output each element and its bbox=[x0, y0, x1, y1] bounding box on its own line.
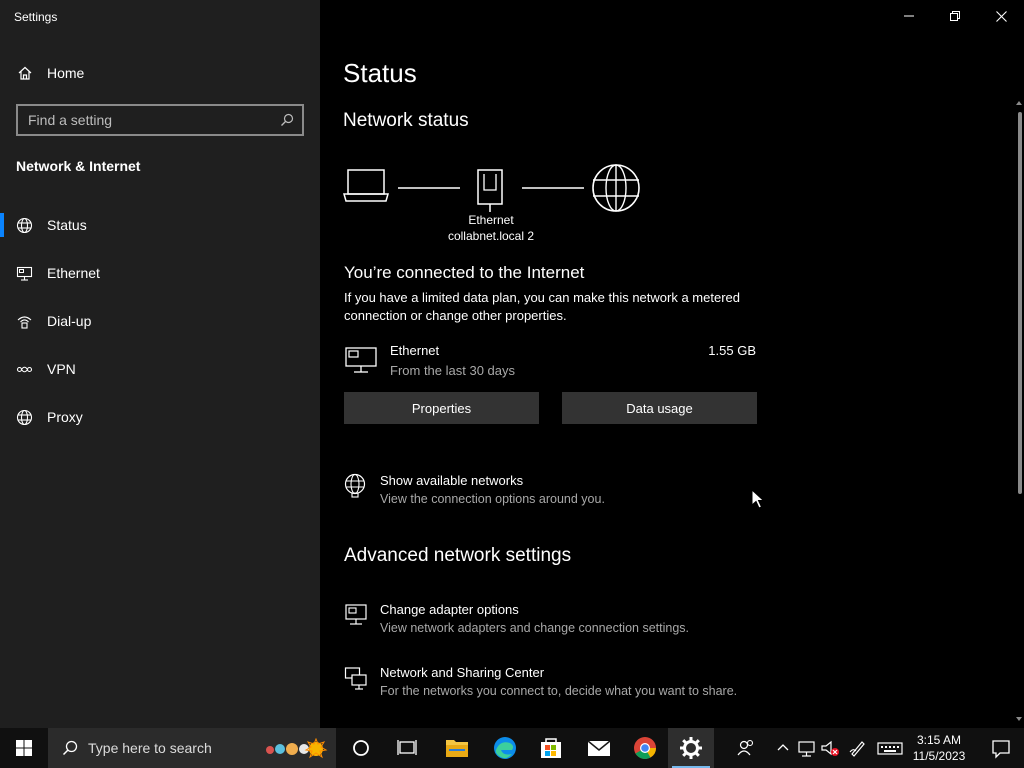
sidebar-item-label: Dial-up bbox=[47, 313, 92, 329]
search-icon bbox=[62, 740, 78, 756]
dialup-icon bbox=[17, 316, 32, 329]
sidebar-item-proxy[interactable]: Proxy bbox=[0, 397, 320, 437]
taskbar: Type here to search 3:15 AM 11/5/2023 bbox=[0, 728, 1024, 768]
sidebar: Settings Home Network & Internet Status bbox=[0, 0, 320, 728]
windows-logo-icon bbox=[16, 740, 32, 756]
sidebar-item-label: Ethernet bbox=[47, 265, 100, 281]
notification-icon bbox=[992, 740, 1010, 759]
ethernet-icon bbox=[345, 347, 377, 373]
pen-workspace-icon[interactable] bbox=[848, 738, 868, 758]
link-description: View the connection options around you. bbox=[380, 492, 605, 506]
link-title[interactable]: Change adapter options bbox=[380, 602, 519, 617]
sidebar-item-vpn[interactable]: VPN bbox=[0, 349, 320, 389]
link-description: View network adapters and change connect… bbox=[380, 621, 689, 635]
store-icon bbox=[541, 738, 561, 758]
properties-button[interactable]: Properties bbox=[344, 392, 539, 424]
vpn-icon bbox=[16, 366, 33, 373]
search-highlight-icon bbox=[266, 738, 328, 759]
task-view-button[interactable] bbox=[384, 728, 430, 768]
link-description: For the networks you connect to, decide … bbox=[380, 684, 738, 698]
sidebar-item-label: Status bbox=[47, 217, 87, 233]
minimize-button[interactable] bbox=[886, 0, 932, 32]
network-sharing-center-link[interactable]: Network and Sharing Center For the netwo… bbox=[344, 665, 824, 705]
clock-date: 11/5/2023 bbox=[912, 749, 966, 763]
link-title[interactable]: Network and Sharing Center bbox=[380, 665, 544, 680]
file-explorer-button[interactable] bbox=[434, 728, 480, 768]
section-title: Network & Internet bbox=[16, 158, 141, 174]
close-icon bbox=[995, 10, 1007, 22]
change-adapter-options-link[interactable]: Change adapter options View network adap… bbox=[344, 602, 824, 642]
page-title: Status bbox=[343, 58, 417, 88]
restore-button[interactable] bbox=[932, 0, 978, 32]
sidebar-item-status[interactable]: Status bbox=[0, 205, 320, 245]
ethernet-name: Ethernet bbox=[390, 343, 440, 358]
network-diagram: Ethernet collabnet.local 2 bbox=[342, 160, 662, 250]
home-icon bbox=[18, 66, 32, 80]
chrome-button[interactable] bbox=[622, 728, 668, 768]
store-button[interactable] bbox=[528, 728, 574, 768]
settings-taskbar-button[interactable] bbox=[668, 728, 714, 768]
taskbar-search-placeholder: Type here to search bbox=[88, 740, 212, 756]
main-content: Status Network status Ethernet collabnet… bbox=[320, 0, 1024, 728]
nav-home-label: Home bbox=[47, 65, 85, 81]
task-view-icon bbox=[397, 740, 417, 755]
nav-home[interactable]: Home bbox=[0, 56, 320, 90]
advanced-settings-heading: Advanced network settings bbox=[344, 545, 572, 566]
network-diagram-graphic bbox=[343, 164, 640, 212]
start-button[interactable] bbox=[0, 728, 48, 768]
ethernet-usage: 1.55 GB bbox=[708, 343, 756, 358]
cortana-button[interactable] bbox=[338, 728, 384, 768]
edge-icon bbox=[494, 737, 516, 759]
mail-button[interactable] bbox=[576, 728, 622, 768]
edge-button[interactable] bbox=[482, 728, 528, 768]
sidebar-item-ethernet[interactable]: Ethernet bbox=[0, 253, 320, 293]
people-icon[interactable] bbox=[736, 738, 756, 758]
chevron-up-icon[interactable] bbox=[773, 738, 793, 758]
system-clock[interactable]: 3:15 AM 11/5/2023 bbox=[904, 732, 974, 764]
laptop-icon bbox=[343, 169, 389, 202]
app-title: Settings bbox=[14, 10, 58, 24]
search-icon[interactable] bbox=[280, 113, 294, 127]
ethernet-period: From the last 30 days bbox=[390, 363, 515, 378]
gear-icon bbox=[680, 737, 702, 759]
sidebar-item-label: VPN bbox=[47, 361, 76, 377]
adapter-icon bbox=[345, 604, 367, 625]
mouse-cursor-icon bbox=[751, 489, 765, 509]
globe-icon bbox=[16, 409, 33, 426]
chrome-icon bbox=[634, 737, 656, 759]
data-usage-button[interactable]: Data usage bbox=[562, 392, 757, 424]
sharing-center-icon bbox=[344, 667, 367, 690]
sidebar-item-label: Proxy bbox=[47, 409, 83, 425]
settings-search[interactable] bbox=[16, 104, 304, 136]
file-explorer-icon bbox=[446, 740, 468, 757]
close-button[interactable] bbox=[978, 0, 1024, 32]
link-title[interactable]: Show available networks bbox=[380, 473, 523, 488]
adapter-name: Ethernet bbox=[468, 213, 514, 227]
scroll-up-arrow[interactable] bbox=[1014, 98, 1024, 108]
network-status-title: Network status bbox=[343, 110, 469, 131]
cortana-icon bbox=[353, 740, 369, 756]
connected-description: If you have a limited data plan, you can… bbox=[344, 290, 740, 323]
globe-network-icon bbox=[344, 473, 366, 498]
action-center-button[interactable] bbox=[978, 728, 1024, 768]
taskbar-search[interactable]: Type here to search bbox=[48, 728, 336, 768]
ethernet-port-icon bbox=[477, 169, 503, 212]
connected-heading: You’re connected to the Internet bbox=[344, 263, 585, 282]
keyboard-icon[interactable] bbox=[876, 738, 904, 758]
sidebar-item-dialup[interactable]: Dial-up bbox=[0, 301, 320, 341]
network-name: collabnet.local 2 bbox=[447, 229, 535, 243]
globe-icon bbox=[16, 217, 33, 234]
minimize-icon bbox=[904, 15, 914, 17]
volume-muted-icon[interactable] bbox=[820, 738, 840, 758]
ethernet-icon bbox=[16, 266, 33, 281]
clock-time: 3:15 AM bbox=[916, 733, 962, 747]
restore-icon bbox=[950, 11, 960, 21]
scrollbar-thumb[interactable] bbox=[1018, 112, 1022, 494]
mail-icon bbox=[587, 740, 611, 756]
scroll-down-arrow[interactable] bbox=[1014, 714, 1024, 724]
settings-search-input[interactable] bbox=[28, 111, 268, 129]
globe-icon bbox=[592, 164, 640, 212]
network-tray-icon[interactable] bbox=[797, 738, 817, 758]
